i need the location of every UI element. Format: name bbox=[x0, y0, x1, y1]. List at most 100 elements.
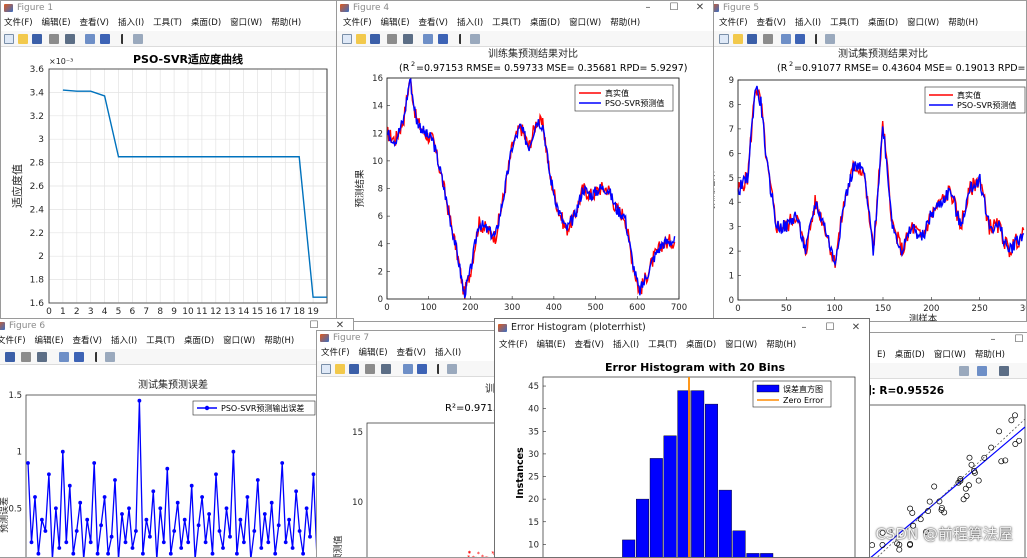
colorbar-icon[interactable] bbox=[403, 364, 413, 374]
print-icon[interactable] bbox=[49, 34, 59, 44]
menu-item[interactable]: 插入(I) bbox=[111, 333, 137, 349]
menu-item[interactable]: 插入(I) bbox=[457, 15, 483, 31]
menu-item[interactable]: 工具(T) bbox=[492, 15, 521, 31]
pointer-icon[interactable] bbox=[459, 34, 465, 44]
menu-item[interactable]: 编辑(E) bbox=[381, 15, 410, 31]
print-preview-icon[interactable] bbox=[403, 34, 413, 44]
pointer-icon[interactable] bbox=[95, 352, 101, 362]
property-editor-icon[interactable] bbox=[470, 34, 480, 44]
save-icon[interactable] bbox=[5, 352, 15, 362]
save-icon[interactable] bbox=[370, 34, 380, 44]
menu-item[interactable]: 查看(V) bbox=[397, 345, 426, 361]
print-icon[interactable] bbox=[365, 364, 375, 374]
menu-item[interactable]: 插入(I) bbox=[613, 337, 639, 353]
menu-item[interactable]: 桌面(D) bbox=[868, 15, 898, 31]
new-file-icon[interactable] bbox=[4, 34, 14, 44]
menu-item[interactable]: 桌面(D) bbox=[184, 333, 214, 349]
property-editor-icon[interactable] bbox=[447, 364, 457, 374]
menu-item[interactable]: 编辑(E) bbox=[359, 345, 388, 361]
print-icon[interactable] bbox=[387, 34, 397, 44]
menu-item[interactable]: 工具(T) bbox=[146, 333, 175, 349]
save-icon[interactable] bbox=[32, 34, 42, 44]
minimize-button[interactable]: – bbox=[635, 1, 661, 15]
menu-item[interactable]: 查看(V) bbox=[419, 15, 448, 31]
colorbar-icon[interactable] bbox=[85, 34, 95, 44]
menu-item[interactable]: 查看(V) bbox=[575, 337, 604, 353]
close-button[interactable]: ✕ bbox=[843, 319, 869, 337]
menu-item[interactable]: 帮助(H) bbox=[610, 15, 640, 31]
colorbar-icon[interactable] bbox=[423, 34, 433, 44]
new-file-icon[interactable] bbox=[342, 34, 352, 44]
new-file-icon[interactable] bbox=[321, 364, 331, 374]
minimize-button[interactable]: – bbox=[791, 319, 817, 337]
menu-item[interactable]: 帮助(H) bbox=[766, 337, 796, 353]
pan-icon[interactable] bbox=[959, 366, 969, 376]
open-folder-icon[interactable] bbox=[18, 34, 28, 44]
legend-icon[interactable] bbox=[417, 364, 427, 374]
menu-item[interactable]: 编辑(E) bbox=[537, 337, 566, 353]
figure-5-window[interactable]: Figure 5 文件(F) 查看(V) 插入(I) 工具(T) 桌面(D) 窗… bbox=[706, 0, 1027, 322]
figure-6-titlebar[interactable]: Figure 6 ☐✕ bbox=[0, 319, 353, 333]
close-button[interactable]: ✕ bbox=[687, 1, 713, 15]
minimize-button[interactable]: – bbox=[980, 333, 1006, 347]
menu-item[interactable]: 插入(I) bbox=[118, 15, 144, 31]
regression-titlebar[interactable]: –☐ bbox=[859, 333, 1027, 347]
menu-item[interactable]: 桌面(D) bbox=[895, 347, 925, 363]
menu-item[interactable]: 文件(F) bbox=[321, 345, 350, 361]
save-icon[interactable] bbox=[747, 34, 757, 44]
property-editor-icon[interactable] bbox=[825, 34, 835, 44]
print-preview-icon[interactable] bbox=[37, 352, 47, 362]
menu-item[interactable]: 窗口(W) bbox=[725, 337, 757, 353]
figure-4-titlebar[interactable]: Figure 4 –☐✕ bbox=[337, 1, 713, 15]
open-folder-icon[interactable] bbox=[733, 34, 743, 44]
menu-item[interactable]: 帮助(H) bbox=[975, 347, 1005, 363]
pointer-icon[interactable] bbox=[437, 364, 443, 374]
print-icon[interactable] bbox=[763, 34, 773, 44]
colorbar-icon[interactable] bbox=[59, 352, 69, 362]
open-folder-icon[interactable] bbox=[356, 34, 366, 44]
menu-item[interactable]: 工具(T) bbox=[830, 15, 859, 31]
menu-item[interactable]: 窗口(W) bbox=[569, 15, 601, 31]
menu-item[interactable]: 查看(V) bbox=[73, 333, 102, 349]
menu-item[interactable]: 工具(T) bbox=[648, 337, 677, 353]
menu-item[interactable]: 工具(T) bbox=[153, 15, 182, 31]
print-icon[interactable] bbox=[21, 352, 31, 362]
figure-7-titlebar[interactable]: Figure 7 bbox=[317, 331, 505, 345]
figure-5-titlebar[interactable]: Figure 5 bbox=[707, 1, 1026, 15]
print-preview-icon[interactable] bbox=[65, 34, 75, 44]
help-icon[interactable] bbox=[999, 366, 1009, 376]
property-editor-icon[interactable] bbox=[105, 352, 115, 362]
legend-icon[interactable] bbox=[795, 34, 805, 44]
menu-item[interactable]: 文件(F) bbox=[719, 15, 748, 31]
error-histogram-window[interactable]: Error Histogram (ploterrhist) –☐✕ 文件(F) … bbox=[494, 318, 870, 558]
open-folder-icon[interactable] bbox=[335, 364, 345, 374]
menu-item[interactable]: 窗口(W) bbox=[223, 333, 255, 349]
zoom-icon[interactable] bbox=[977, 366, 987, 376]
menu-item[interactable]: 查看(V) bbox=[757, 15, 786, 31]
menu-item[interactable]: 桌面(D) bbox=[686, 337, 716, 353]
menu-item[interactable]: 编辑(E) bbox=[42, 15, 71, 31]
save-icon[interactable] bbox=[349, 364, 359, 374]
error-histogram-titlebar[interactable]: Error Histogram (ploterrhist) –☐✕ bbox=[495, 319, 869, 337]
menu-item[interactable]: 文件(F) bbox=[0, 333, 26, 349]
menu-item[interactable]: E) bbox=[877, 347, 886, 363]
figure-1-titlebar[interactable]: Figure 1 bbox=[1, 1, 339, 15]
menu-item[interactable]: 文件(F) bbox=[343, 15, 372, 31]
menu-item[interactable]: 窗口(W) bbox=[230, 15, 262, 31]
pointer-icon[interactable] bbox=[121, 34, 127, 44]
menu-item[interactable]: 窗口(W) bbox=[907, 15, 939, 31]
menu-item[interactable]: 帮助(H) bbox=[271, 15, 301, 31]
menu-item[interactable]: 桌面(D) bbox=[191, 15, 221, 31]
menu-item[interactable]: 文件(F) bbox=[4, 15, 33, 31]
figure-6-window[interactable]: Figure 6 ☐✕ 文件(F) 编辑(E) 查看(V) 插入(I) 工具(T… bbox=[0, 318, 354, 558]
legend-icon[interactable] bbox=[74, 352, 84, 362]
maximize-button[interactable]: ☐ bbox=[817, 319, 843, 337]
figure-1-window[interactable]: Figure 1 文件(F) 编辑(E) 查看(V) 插入(I) 工具(T) 桌… bbox=[0, 0, 340, 322]
menu-item[interactable]: 桌面(D) bbox=[530, 15, 560, 31]
figure-7-window[interactable]: Figure 7 文件(F) 编辑(E) 查看(V) 插入(I) 训R²=0.9… bbox=[316, 330, 506, 558]
menu-item[interactable]: 插入(I) bbox=[795, 15, 821, 31]
maximize-button[interactable]: ☐ bbox=[661, 1, 687, 15]
menu-item[interactable]: 编辑(E) bbox=[35, 333, 64, 349]
colorbar-icon[interactable] bbox=[781, 34, 791, 44]
legend-icon[interactable] bbox=[438, 34, 448, 44]
